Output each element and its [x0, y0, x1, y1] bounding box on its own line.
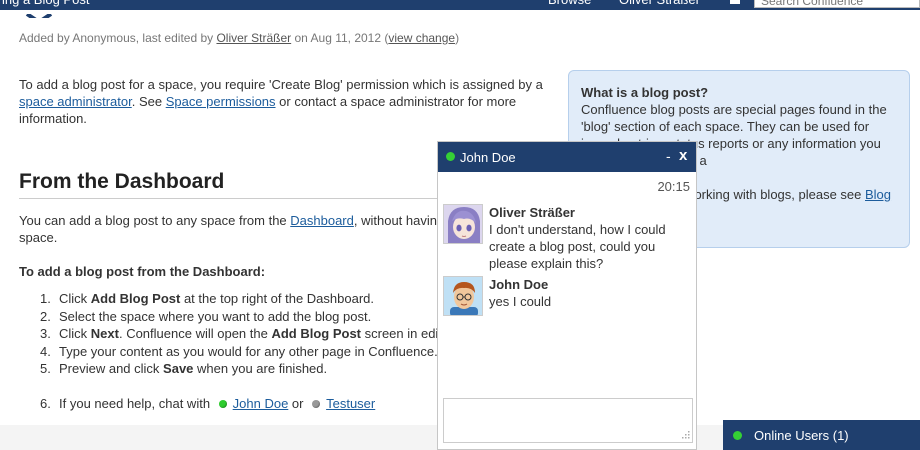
page-metadata: Added by Anonymous, last edited by Olive…: [19, 31, 459, 45]
step-text: at the top right of the Dashboard.: [180, 291, 375, 306]
editor-link[interactable]: Oliver Sträßer: [216, 31, 291, 45]
step-text-or: or: [288, 396, 308, 411]
chat-timestamp: 20:15: [657, 179, 690, 194]
step-text: Type your content as you would for any o…: [59, 343, 438, 359]
intro-text-1: To add a blog post for a space, you requ…: [19, 77, 543, 92]
online-status-icon: [446, 152, 455, 161]
chat-message-input[interactable]: [443, 398, 693, 443]
step-text: . Confluence will open the: [118, 326, 272, 341]
step-bold: Save: [163, 361, 194, 376]
chat-john-doe-link[interactable]: John Doe: [233, 396, 289, 411]
minimize-button[interactable]: -: [666, 148, 671, 164]
user-menu[interactable]: Oliver Sträßer: [619, 0, 700, 8]
space-permissions-link[interactable]: Space permissions: [166, 94, 276, 109]
breadcrumb[interactable]: ing a Blog Post: [2, 0, 89, 8]
steps-heading: To add a blog post from the Dashboard:: [19, 264, 266, 279]
meta-date: on Aug 11, 2012 (: [291, 31, 389, 45]
step-text: Click: [59, 326, 91, 341]
offline-status-icon: [312, 399, 321, 408]
steps-list: 1. Click Add Blog Post at the top right o…: [40, 290, 482, 378]
space-administrator-link[interactable]: space administrator: [19, 94, 132, 109]
info-panel-heading: What is a blog post?: [581, 85, 709, 100]
step-number: 2.: [40, 308, 51, 324]
dashboard-link[interactable]: Dashboard: [290, 213, 354, 228]
online-users-label: Online Users (1): [754, 428, 849, 443]
list-item: 5. Preview and click Save when you are fi…: [40, 360, 460, 378]
space-logo-icon: [24, 10, 54, 18]
step-number: 4.: [40, 343, 51, 359]
list-item: 3. Click Next. Confluence will open the A…: [40, 325, 482, 343]
top-navigation-bar: ing a Blog Post Browse Oliver Sträßer Se…: [0, 0, 920, 10]
chat-sender: John Doe: [489, 277, 549, 292]
step-number: 1.: [40, 291, 51, 306]
step-bold: Add Blog Post: [90, 291, 181, 306]
intro-text-2: . See: [131, 94, 166, 109]
step-number: 3.: [40, 326, 51, 341]
step-bold: Next: [90, 326, 119, 341]
chat-sender: Oliver Sträßer: [489, 205, 575, 220]
step-number: 5.: [40, 361, 51, 376]
list-item: 2. Select the space where you want to add…: [40, 308, 460, 326]
dashboard-text-1: You can add a blog post to any space fro…: [19, 213, 291, 228]
list-item: 6. If you need help, chat with John Doe o…: [40, 395, 375, 412]
avatar: [443, 204, 483, 244]
view-change-link[interactable]: view change: [388, 31, 455, 45]
chat-testuser-link[interactable]: Testuser: [326, 396, 375, 411]
chat-message-text: I don't understand, how I could create a…: [489, 222, 666, 271]
online-status-icon: [733, 431, 742, 440]
chat-title: John Doe: [460, 150, 516, 165]
app-switcher-icon[interactable]: [728, 0, 742, 6]
online-status-icon: [218, 399, 227, 408]
step-text: when you are finished.: [193, 361, 328, 376]
chat-message-text: yes I could: [489, 294, 552, 309]
meta-added-by: Added by Anonymous, last edited by: [19, 31, 217, 45]
step-text: Preview and click: [59, 361, 164, 376]
chat-window: John Doe - x 20:15 Oliver Sträßer I don'…: [437, 141, 697, 450]
resize-grip-icon[interactable]: [681, 430, 690, 441]
intro-paragraph: To add a blog post for a space, you requ…: [19, 76, 559, 127]
step-text: Select the space where you want to add t…: [59, 308, 372, 324]
step-text: Click: [59, 291, 91, 306]
browse-menu[interactable]: Browse: [548, 0, 591, 8]
list-item: 4. Type your content as you would for any…: [40, 343, 460, 361]
list-item: 1. Click Add Blog Post at the top right o…: [40, 290, 460, 308]
avatar: [443, 276, 483, 316]
step-bold: Add Blog Post: [271, 326, 361, 341]
close-button[interactable]: x: [679, 147, 687, 164]
search-input[interactable]: Search Confluence: [754, 0, 920, 8]
chat-header[interactable]: John Doe - x: [438, 142, 696, 172]
step-text: If you need help, chat with: [59, 396, 214, 411]
step-number: 6.: [40, 396, 51, 411]
meta-close-paren: ): [455, 31, 460, 45]
online-users-bar[interactable]: Online Users (1): [723, 420, 920, 450]
